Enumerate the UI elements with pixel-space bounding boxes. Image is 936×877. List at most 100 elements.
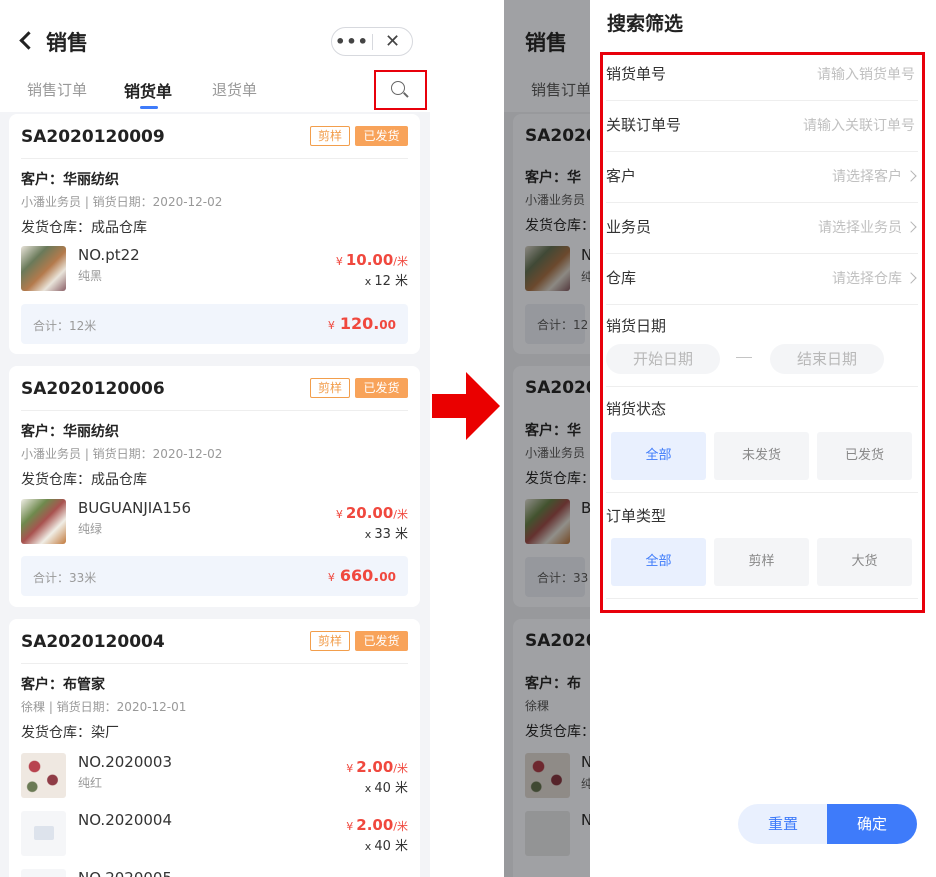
product-row[interactable]: NO.pt22 纯黑 ¥10.00/米 x 12 米 <box>21 246 408 292</box>
product-name: BUGUANJIA156 <box>78 499 192 517</box>
quantity: x 33 米 <box>364 527 408 542</box>
product-name: NO.2020005 <box>78 869 172 877</box>
total-quantity: 合计：12米 <box>33 319 97 333</box>
quantity: x 12 米 <box>364 274 408 289</box>
bg-item-letter: N <box>581 753 590 771</box>
filter-title: 搜索筛选 <box>607 13 684 35</box>
search-highlight-box <box>374 70 427 110</box>
divider <box>21 410 408 411</box>
bg-item-letter: N <box>581 811 590 829</box>
order-card[interactable]: SA2020120004 剪样 已发货 客户：布管家 徐稞 | 销货日期：202… <box>9 619 420 877</box>
product-name: NO.2020003 <box>78 753 172 771</box>
bg-order-number: SA2020 <box>525 631 590 651</box>
order-meta: 小潘业务员 | 销货日期：2020-12-02 <box>21 447 223 461</box>
order-meta: 徐稞 | 销货日期：2020-12-01 <box>21 700 187 714</box>
transition-arrow-icon <box>432 372 500 440</box>
status-badge: 已发货 <box>355 631 408 651</box>
image-placeholder-icon <box>21 811 66 856</box>
product-row[interactable]: NO.2020005 <box>21 869 408 877</box>
bg-total: 合计：12 <box>537 318 589 332</box>
order-number: SA2020120006 <box>21 379 165 399</box>
customer-label: 客户：华丽纺织 <box>21 172 119 188</box>
divider <box>21 663 408 664</box>
bg-thumbnail <box>525 811 570 856</box>
fabric-thumbnail <box>21 246 66 291</box>
warehouse-label: 发货仓库：染厂 <box>21 725 119 741</box>
product-name: NO.pt22 <box>78 246 140 264</box>
order-number: SA2020120009 <box>21 127 165 147</box>
order-type-tag: 剪样 <box>310 378 350 398</box>
bg-meta: 小潘业务员 <box>525 193 586 207</box>
bg-item-sub: 纯 <box>581 777 590 791</box>
bg-warehouse: 发货仓库： <box>525 471 590 487</box>
confirm-button[interactable]: 确定 <box>827 804 917 844</box>
order-card[interactable]: SA2020120009 剪样 已发货 客户：华丽纺织 小潘业务员 | 销货日期… <box>9 114 420 354</box>
customer-label: 客户：华丽纺织 <box>21 424 119 440</box>
total-amount: ¥120.00 <box>327 314 396 333</box>
close-icon[interactable]: ✕ <box>373 31 412 52</box>
quantity: x 40 米 <box>364 781 408 796</box>
product-name: NO.2020004 <box>78 811 172 829</box>
bg-tab: 销售订单 <box>531 81 590 99</box>
bg-meta: 小潘业务员 <box>525 446 586 460</box>
active-tab-indicator <box>140 106 158 109</box>
product-color: 纯黑 <box>78 269 103 283</box>
page-title: 销售 <box>46 31 88 55</box>
sales-screen: 销售 ••• ✕ 销售订单 销货单 退货单 SA2020120009 剪样 已发… <box>0 0 430 877</box>
reset-button[interactable]: 重置 <box>738 804 828 844</box>
status-badge: 已发货 <box>355 126 408 146</box>
filter-panel: 搜索筛选 销货单号 请输入销货单号 关联订单号 请输入关联订单号 客户 请选择客… <box>590 0 936 877</box>
unit-price: ¥10.00/米 <box>335 251 408 269</box>
divider <box>21 158 408 159</box>
bg-title: 销售 <box>525 31 567 55</box>
product-color: 纯红 <box>78 776 103 790</box>
total-bar: 合计：33米 ¥660.00 <box>21 556 408 596</box>
tab-sales-order[interactable]: 销售订单 <box>27 79 87 100</box>
total-bar: 合计：12米 ¥120.00 <box>21 304 408 344</box>
total-quantity: 合计：33米 <box>33 571 97 585</box>
bg-item-sub: 纯 <box>581 270 590 284</box>
bg-customer: 客户：布 <box>525 676 581 692</box>
bg-thumbnail <box>525 246 570 291</box>
miniapp-capsule: ••• ✕ <box>331 27 413 56</box>
top-bar: 销售 ••• ✕ 销售订单 销货单 退货单 <box>0 0 430 112</box>
bg-meta: 徐稞 <box>525 699 550 713</box>
fabric-thumbnail <box>21 499 66 544</box>
customer-label: 客户：布管家 <box>21 677 105 693</box>
unit-price: ¥20.00/米 <box>335 504 408 522</box>
product-color: 纯绿 <box>78 522 103 536</box>
total-amount: ¥660.00 <box>327 566 396 585</box>
bg-order-number: SA2020 <box>525 126 590 146</box>
quantity: x 40 米 <box>364 839 408 854</box>
image-placeholder-icon <box>21 869 66 877</box>
bg-order-number: SA2020 <box>525 378 590 398</box>
bg-thumbnail <box>525 753 570 798</box>
dimmed-background[interactable]: 销售 销售订单 SA2020 客户：华 小潘业务员 发货仓库： N 纯 合计：1… <box>504 0 590 877</box>
tab-return-note[interactable]: 退货单 <box>212 79 257 100</box>
product-row[interactable]: NO.2020003 纯红 ¥2.00/米 x 40 米 <box>21 753 408 799</box>
order-card[interactable]: SA2020120006 剪样 已发货 客户：华丽纺织 小潘业务员 | 销货日期… <box>9 366 420 607</box>
tab-delivery-note[interactable]: 销货单 <box>124 78 172 102</box>
filter-highlight-box <box>600 52 925 613</box>
bg-item-letter: B <box>581 499 590 517</box>
order-type-tag: 剪样 <box>310 126 350 146</box>
status-badge: 已发货 <box>355 378 408 398</box>
warehouse-label: 发货仓库：成品仓库 <box>21 220 147 236</box>
bg-thumbnail <box>525 499 570 544</box>
order-meta: 小潘业务员 | 销货日期：2020-12-02 <box>21 195 223 209</box>
fabric-thumbnail <box>21 753 66 798</box>
unit-price: ¥2.00/米 <box>346 816 408 834</box>
unit-price: ¥2.00/米 <box>346 758 408 776</box>
product-row[interactable]: BUGUANJIA156 纯绿 ¥20.00/米 x 33 米 <box>21 499 408 545</box>
product-row[interactable]: NO.2020004 ¥2.00/米 x 40 米 <box>21 811 408 857</box>
back-arrow-icon[interactable] <box>19 31 38 50</box>
bg-customer: 客户：华 <box>525 170 581 186</box>
bg-customer: 客户：华 <box>525 423 581 439</box>
bg-total: 合计：33 <box>537 571 589 585</box>
order-number: SA2020120004 <box>21 632 165 652</box>
bg-warehouse: 发货仓库： <box>525 218 590 234</box>
order-type-tag: 剪样 <box>310 631 350 651</box>
warehouse-label: 发货仓库：成品仓库 <box>21 472 147 488</box>
more-icon[interactable]: ••• <box>332 32 372 52</box>
bg-item-letter: N <box>581 246 590 264</box>
